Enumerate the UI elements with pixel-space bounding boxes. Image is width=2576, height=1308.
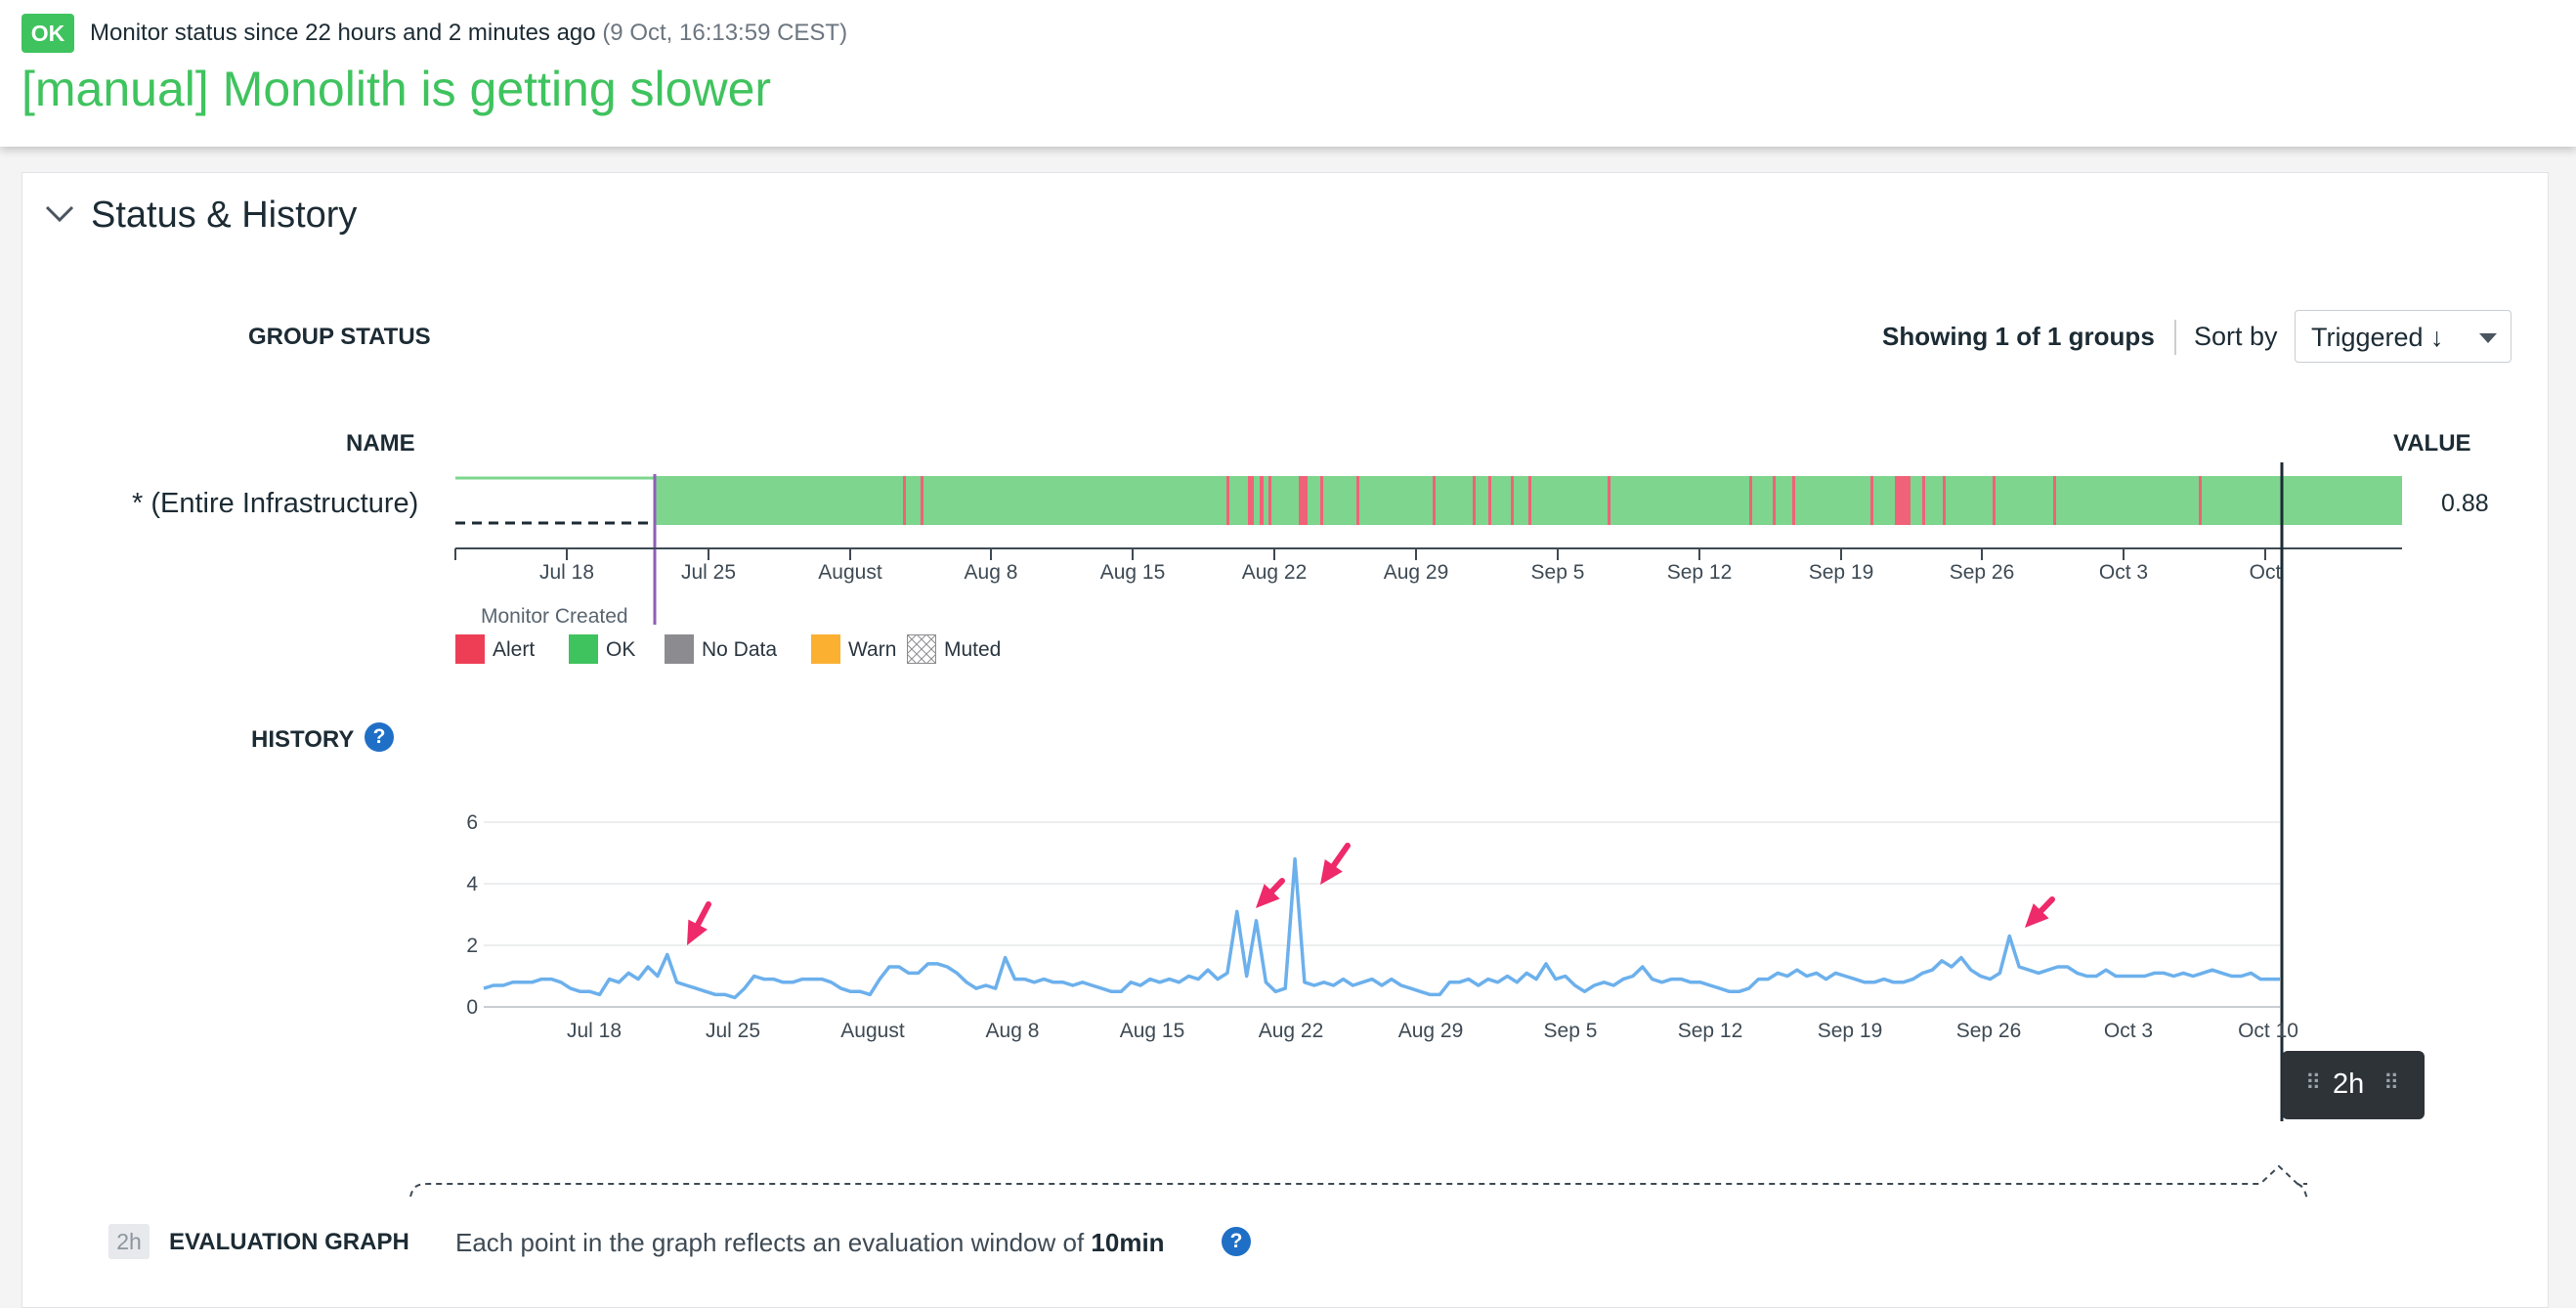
- monitor-header: OK Monitor status since 22 hours and 2 m…: [0, 0, 2576, 147]
- page-title: [manual] Monolith is getting slower: [21, 62, 772, 116]
- evaluation-window: 10min: [1091, 1228, 1165, 1257]
- status-text: Monitor status since 22 hours and 2 minu…: [90, 20, 596, 46]
- evaluation-description: Each point in the graph reflects an eval…: [455, 1228, 1165, 1258]
- status-badge: OK: [21, 14, 74, 53]
- status-timestamp: (9 Oct, 16:13:59 CEST): [602, 20, 848, 46]
- evaluation-graph-heading: EVALUATION GRAPH: [169, 1229, 409, 1255]
- evaluation-text: Each point in the graph reflects an eval…: [455, 1228, 1085, 1257]
- evaluation-range-bracket: [409, 1164, 2308, 1200]
- evaluation-window-tag: 2h: [108, 1224, 150, 1259]
- help-icon[interactable]: ?: [1222, 1227, 1251, 1256]
- monitor-status-line: Monitor status since 22 hours and 2 minu…: [90, 20, 847, 47]
- status-history-panel: Status & History GROUP STATUS Showing 1 …: [21, 172, 2549, 1308]
